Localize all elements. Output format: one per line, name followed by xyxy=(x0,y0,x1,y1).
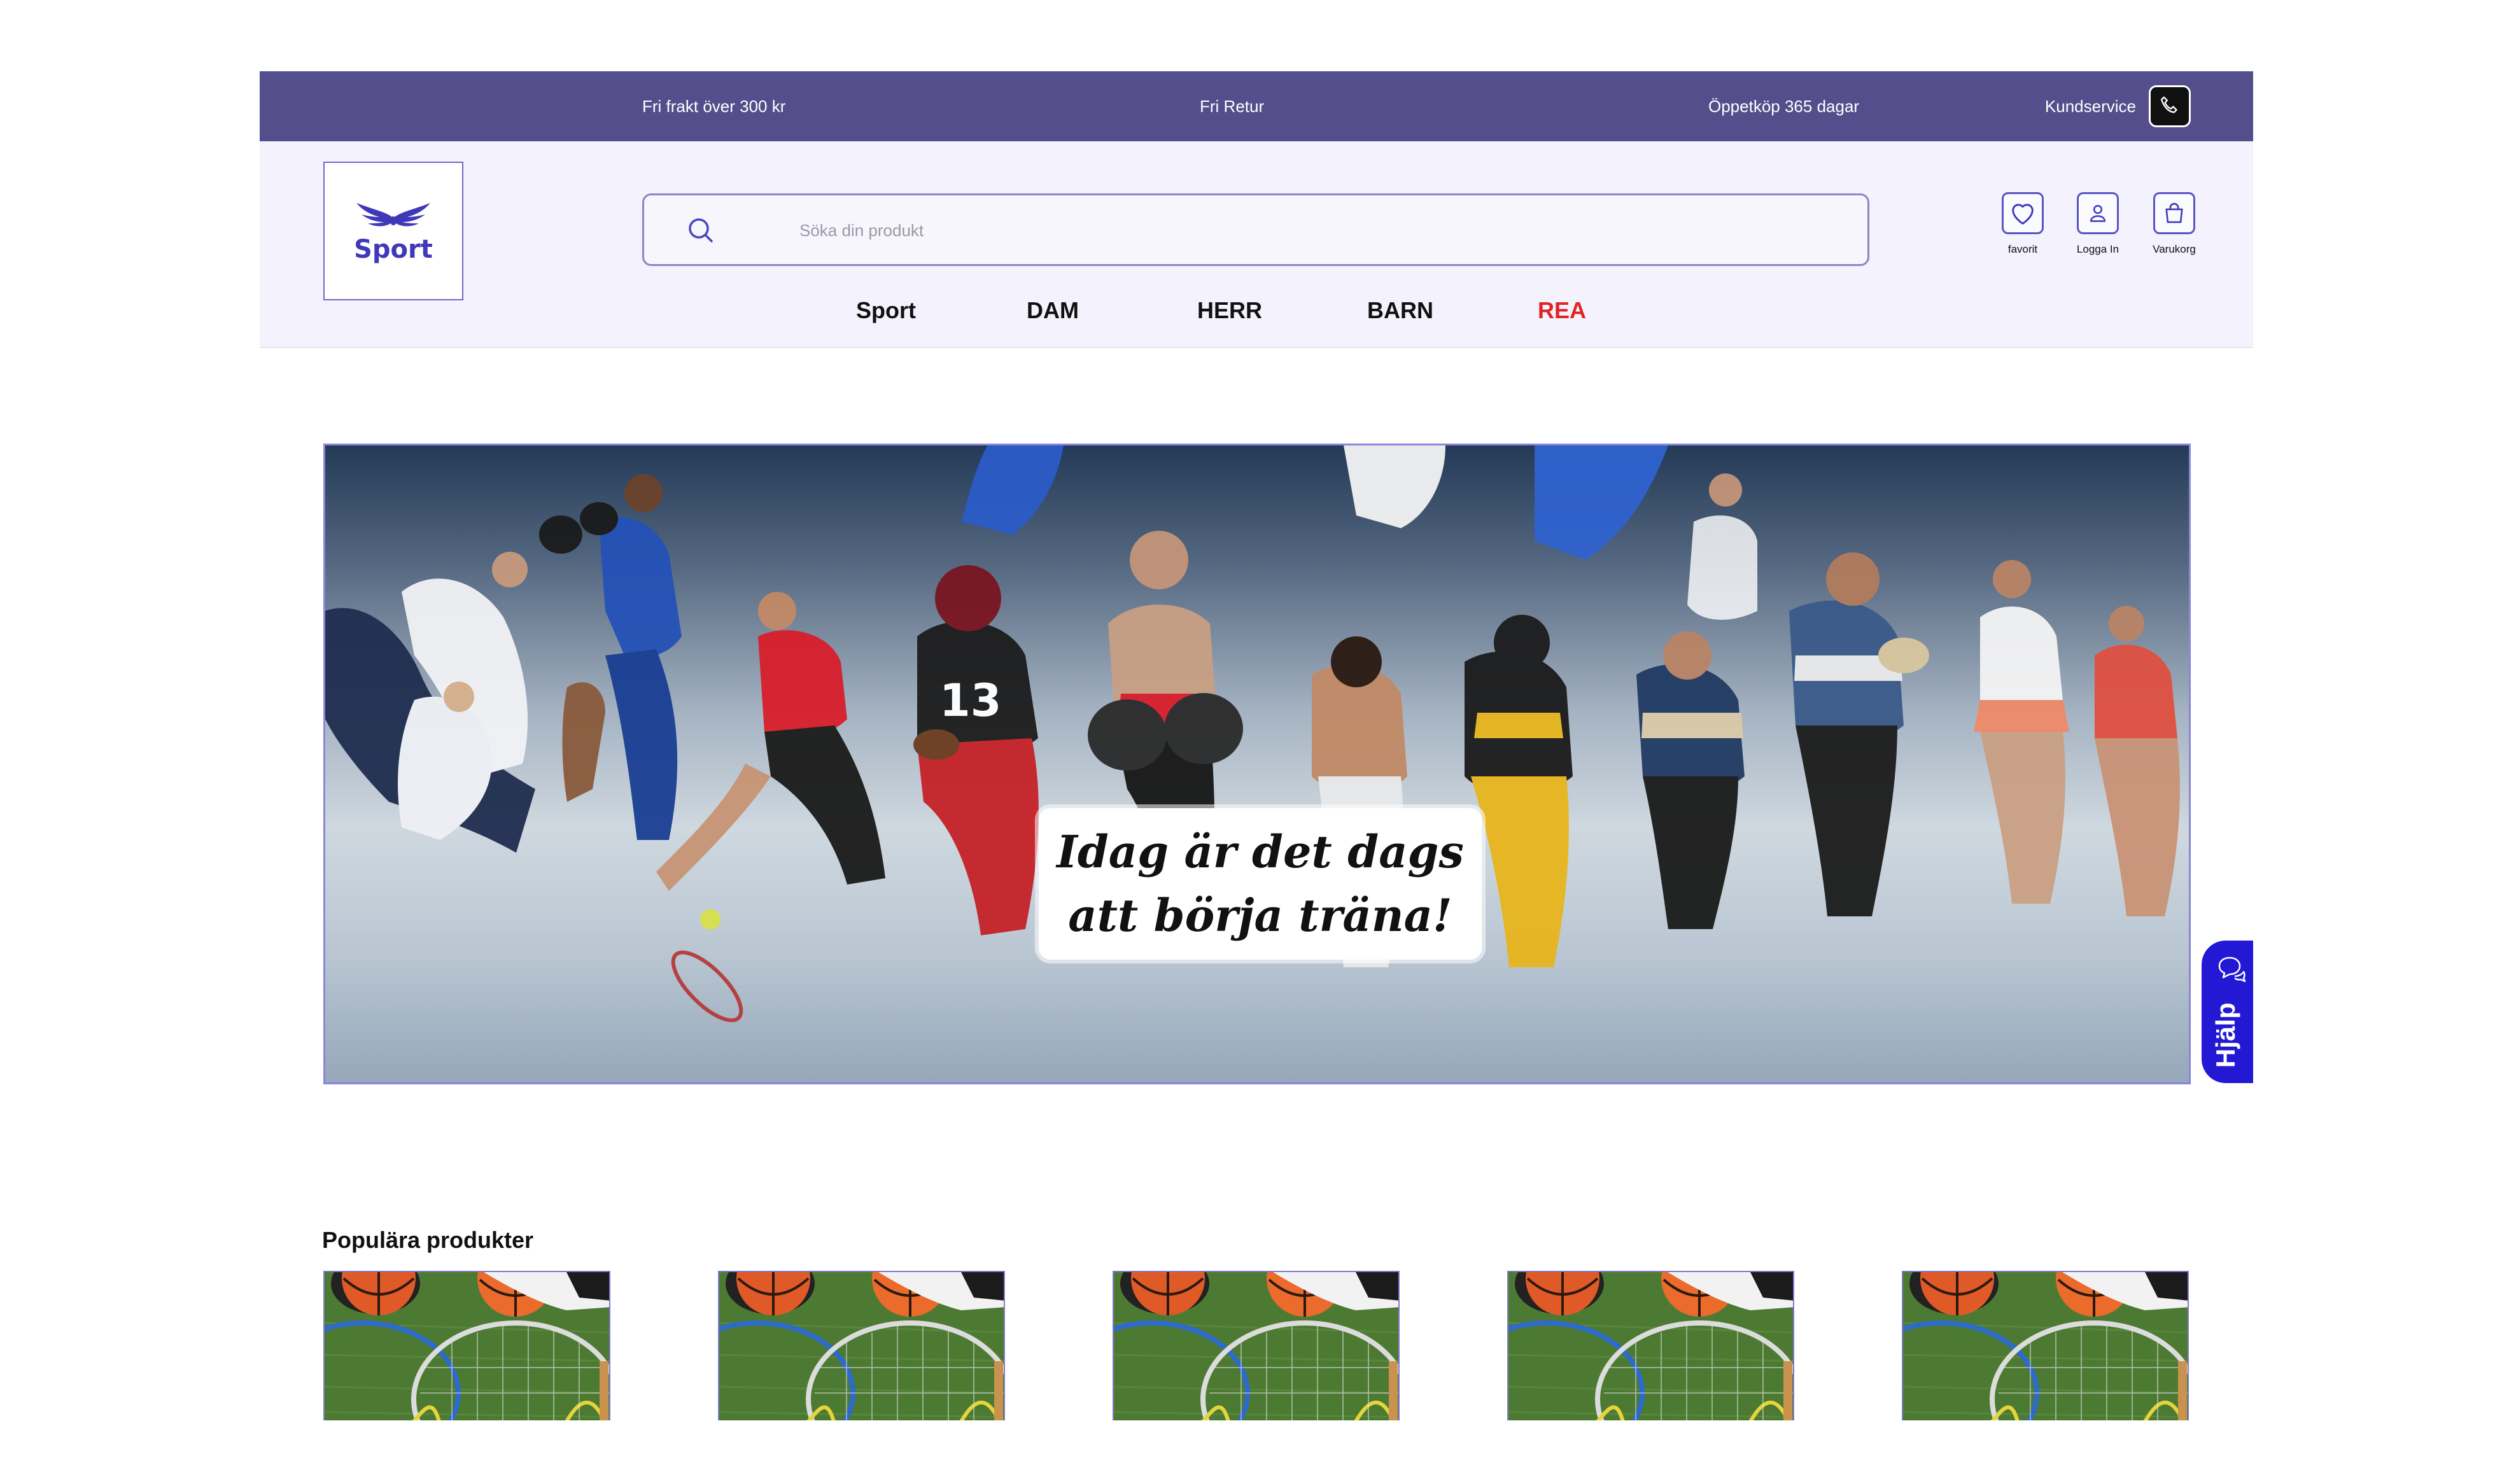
nav-item-dam[interactable]: DAM xyxy=(1027,297,1079,324)
announcement-bar: Fri frakt över 300 kr Fri Retur Öppetköp… xyxy=(260,71,2253,141)
product-image xyxy=(1903,1272,2188,1420)
logo[interactable]: Sport xyxy=(323,162,463,300)
product-card[interactable] xyxy=(1902,1271,2189,1420)
hero-banner[interactable]: 13 Idag är det dags att börja träna! xyxy=(323,444,2191,1084)
free-shipping-text: Fri frakt över 300 kr xyxy=(642,96,786,116)
customer-service-link[interactable]: Kundservice xyxy=(2045,81,2191,131)
product-card[interactable] xyxy=(1507,1271,1794,1420)
nav-item-herr[interactable]: HERR xyxy=(1197,297,1262,324)
favorites-button[interactable]: favorit xyxy=(1994,192,2051,256)
cart-button[interactable]: Varukorg xyxy=(2146,192,2203,256)
nav-item-barn[interactable]: BARN xyxy=(1367,297,1433,324)
product-image xyxy=(1114,1272,1398,1420)
help-label: Hjälp xyxy=(2210,1002,2240,1068)
search-bar[interactable] xyxy=(642,193,1869,266)
customer-service-label: Kundservice xyxy=(2044,96,2136,116)
chat-icon xyxy=(2218,956,2246,983)
wings-icon xyxy=(356,203,430,227)
search-icon[interactable] xyxy=(685,214,717,246)
cart-label: Varukorg xyxy=(2153,243,2196,255)
help-tab[interactable]: Hjälp xyxy=(2202,941,2253,1083)
user-icon xyxy=(2077,192,2119,234)
login-label: Logga In xyxy=(2076,243,2119,255)
free-return-text: Fri Retur xyxy=(1200,96,1265,116)
product-image xyxy=(1508,1272,1793,1420)
svg-text:13: 13 xyxy=(939,675,1001,727)
open-purchase-text: Öppetköp 365 dagar xyxy=(1708,96,1860,116)
search-input[interactable] xyxy=(799,214,1818,246)
popular-products-grid xyxy=(323,1271,2192,1420)
product-image xyxy=(325,1272,609,1420)
site-header: Sport favorit Logga In Varukor xyxy=(260,141,2253,348)
hero-slogan-box: Idag är det dags att börja träna! xyxy=(1039,808,1482,960)
product-card[interactable] xyxy=(1113,1271,1400,1420)
nav-item-rea[interactable]: REA xyxy=(1538,297,1586,324)
logo-text: Sport xyxy=(354,235,433,264)
hero-slogan-line1: Idag är det dags xyxy=(1057,825,1464,878)
hero-slogan-line2: att börja träna! xyxy=(1068,889,1452,942)
product-image xyxy=(719,1272,1004,1420)
shopping-bag-icon xyxy=(2153,192,2195,234)
login-button[interactable]: Logga In xyxy=(2069,192,2126,256)
product-card[interactable] xyxy=(718,1271,1005,1420)
heart-icon xyxy=(2002,192,2044,234)
page: Fri frakt över 300 kr Fri Retur Öppetköp… xyxy=(260,71,2253,1484)
product-card[interactable] xyxy=(323,1271,610,1420)
phone-icon[interactable] xyxy=(2149,85,2191,127)
nav-item-sport[interactable]: Sport xyxy=(856,297,916,324)
athletes-collage-image: 13 xyxy=(325,445,2180,1023)
favorites-label: favorit xyxy=(2007,243,2038,255)
popular-products-heading: Populära produkter xyxy=(322,1227,534,1253)
